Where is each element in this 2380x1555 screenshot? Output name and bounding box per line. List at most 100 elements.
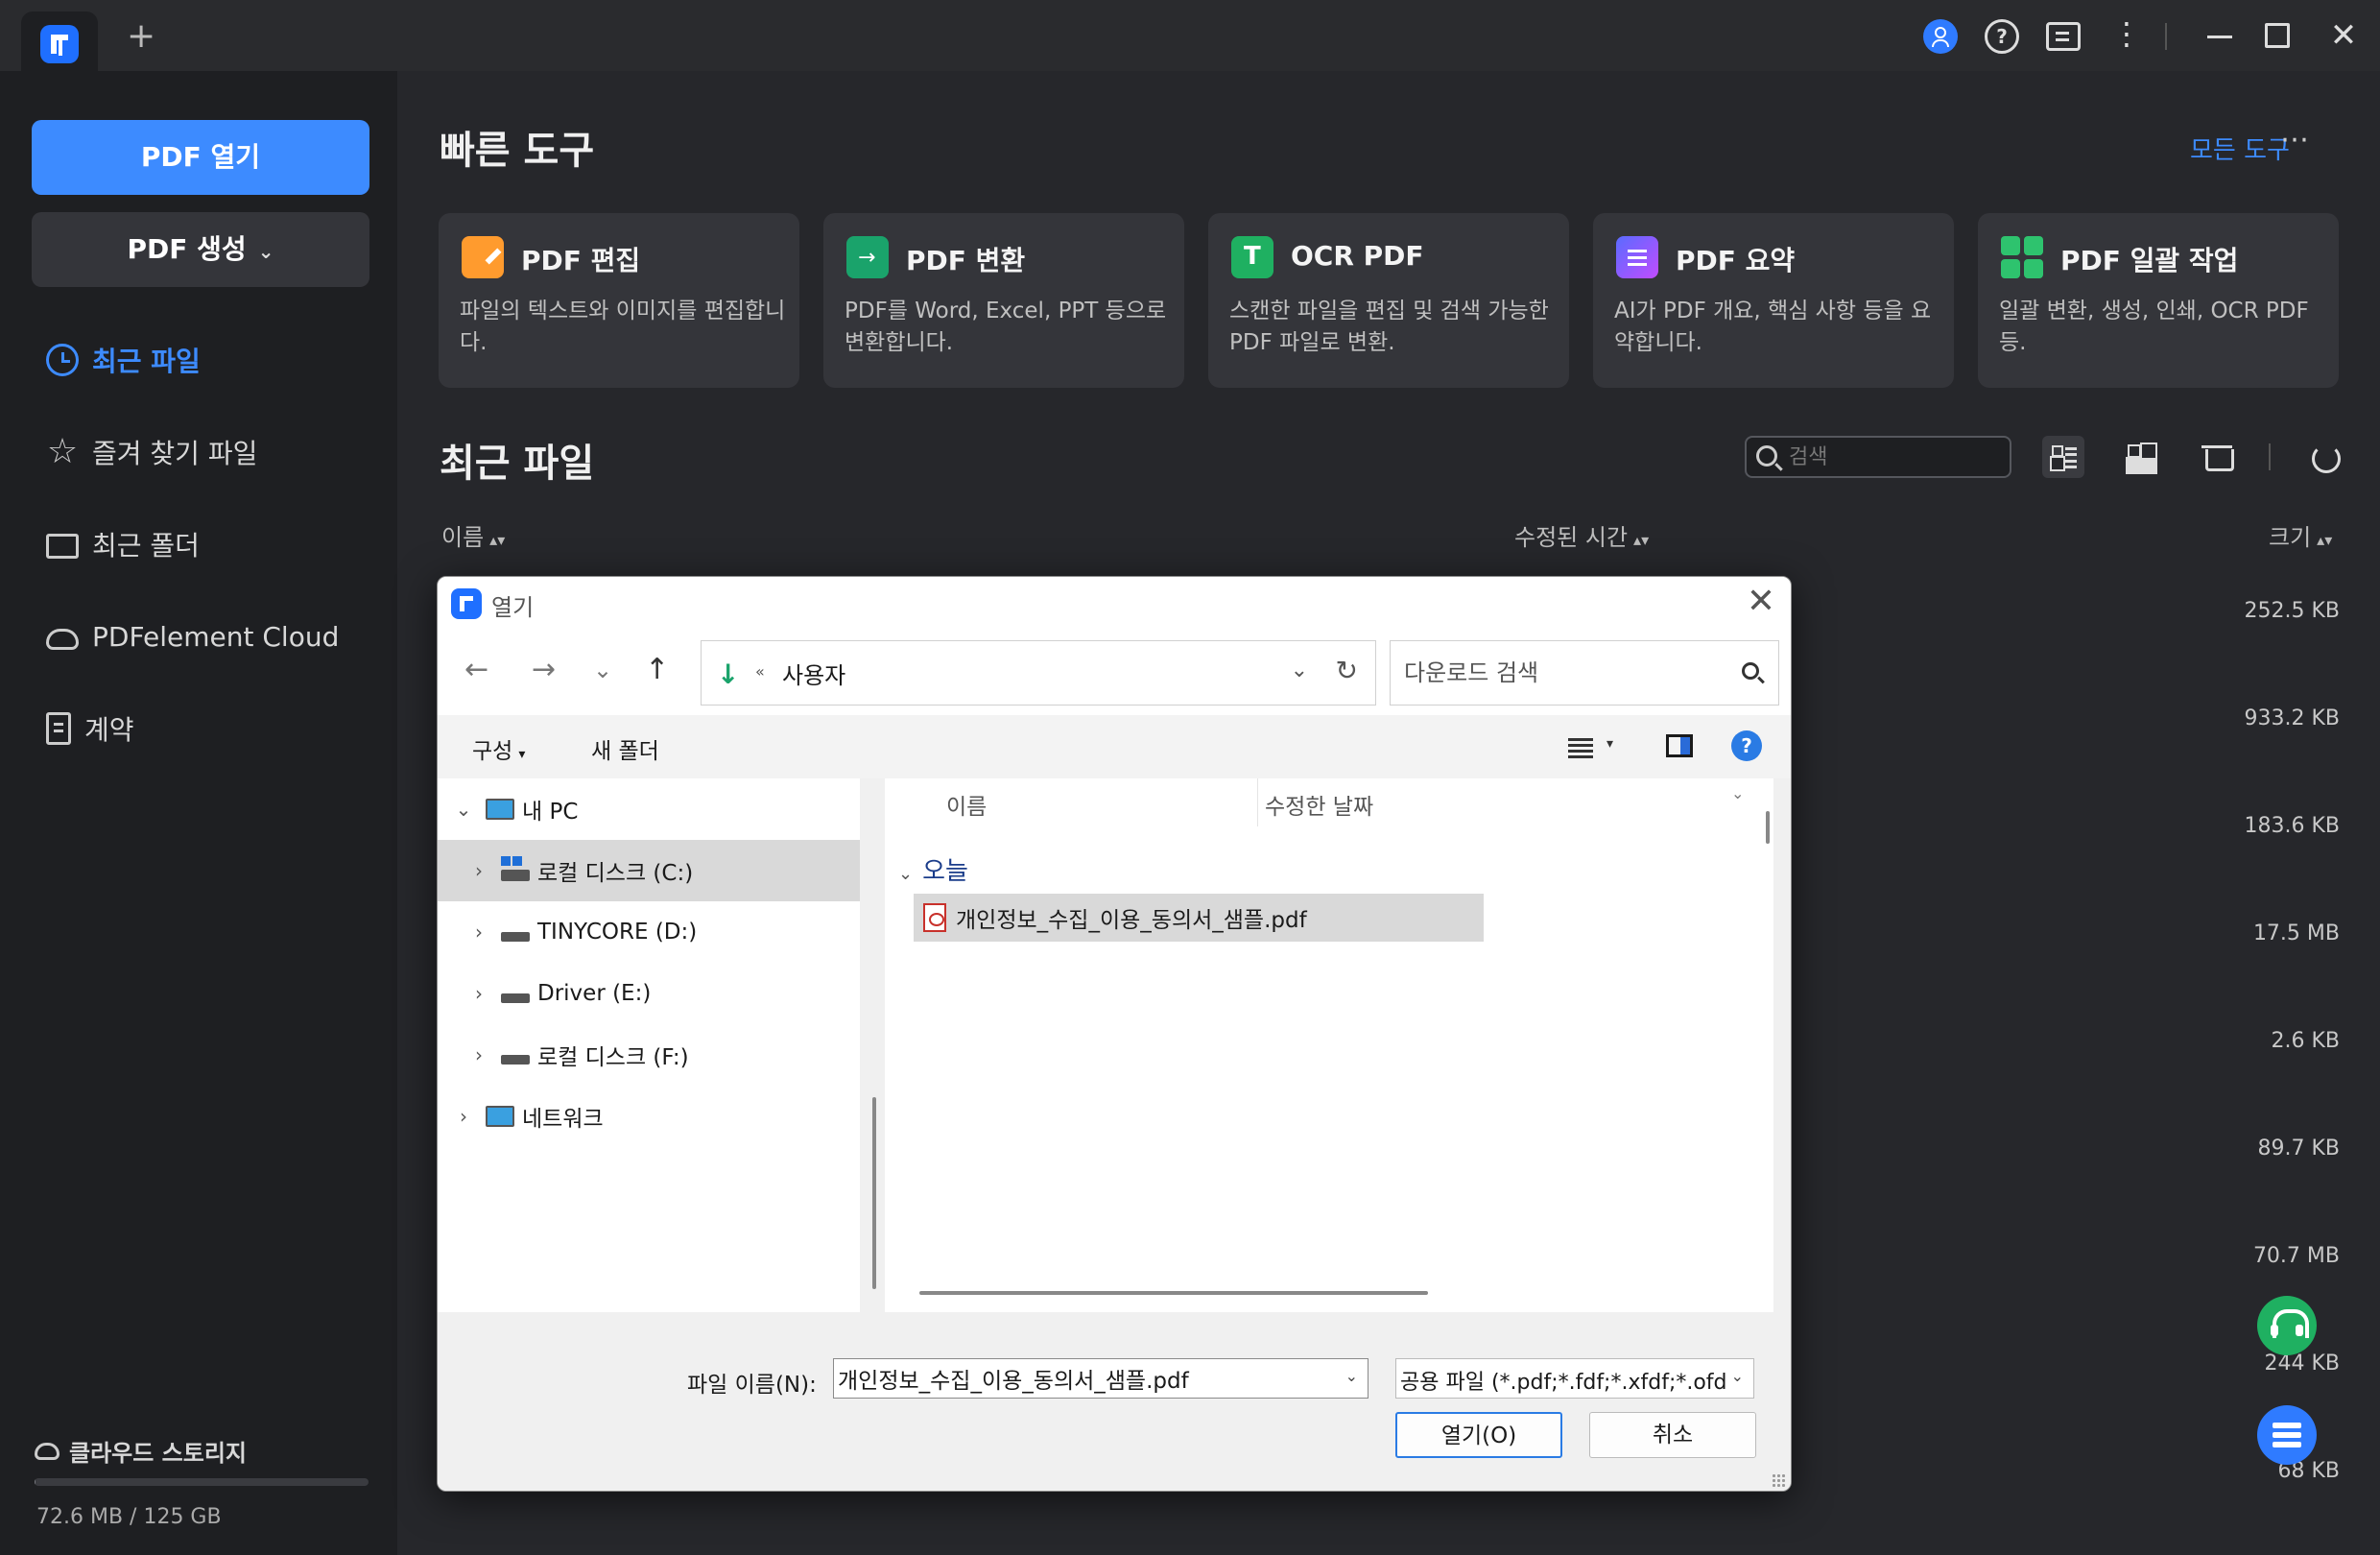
create-pdf-button[interactable]: PDF 생성 ⌄ [32, 212, 369, 287]
filetype-select[interactable]: 공용 파일 (*.pdf;*.fdf;*.xfdf;*.ofd ⌄ [1395, 1358, 1754, 1399]
cancel-button[interactable]: 취소 [1589, 1412, 1756, 1458]
dialog-navigation: ← → ⌄ ↑ ↓ « 사용자 ⌄ ↻ [438, 631, 1791, 715]
chevron-right-icon[interactable]: › [464, 1043, 493, 1066]
recent-locations-icon[interactable]: ⌄ [593, 656, 612, 684]
close-window-button[interactable]: ✕ [2326, 19, 2361, 54]
sort-icon: ⌄ [1731, 784, 1745, 802]
document-icon [46, 712, 71, 745]
column-modified[interactable]: 수정된 시간 ▴▾ [1514, 518, 1649, 552]
support-headset-icon[interactable] [2257, 1296, 2317, 1355]
up-arrow-icon[interactable]: ↑ [645, 656, 669, 684]
group-header-today[interactable]: ⌄ 오늘 [898, 851, 968, 887]
tool-name: OCR PDF [1291, 240, 1424, 272]
tree-item-network[interactable]: › 네트워크 [438, 1086, 860, 1147]
file-list-horizontal-scrollbar[interactable] [919, 1291, 1428, 1295]
breadcrumb-item[interactable]: 사용자 [782, 657, 845, 690]
tool-name: PDF 일괄 작업 [2060, 245, 2239, 276]
account-icon[interactable] [1923, 19, 1958, 54]
open-pdf-button[interactable]: PDF 열기 [32, 120, 369, 195]
forward-arrow-icon[interactable]: → [532, 656, 556, 684]
view-options-icon[interactable] [1568, 738, 1593, 741]
help-icon[interactable]: ? [1985, 19, 2019, 54]
new-tab-button[interactable]: + [127, 19, 155, 54]
back-arrow-icon[interactable]: ← [464, 656, 488, 684]
maximize-button[interactable] [2265, 23, 2290, 48]
tool-card-pdf-convert[interactable]: PDF 변환 PDF를 Word, Excel, PPT 등으로 변환합니다. [823, 213, 1184, 388]
sidebar-item-favorites[interactable]: ☆ 즐겨 찾기 파일 [46, 428, 258, 476]
tree-item-label: 네트워크 [522, 1107, 604, 1132]
chevron-down-icon[interactable]: ⌄ [1345, 1367, 1358, 1385]
more-menu-icon[interactable]: ⋮ [2111, 18, 2142, 54]
all-tools-link[interactable]: 모든 도구 [2190, 131, 2290, 166]
sidebar-item-contracts[interactable]: 계약 [46, 705, 134, 753]
file-column-date[interactable]: 수정한 날짜 ⌄ [1265, 784, 1744, 821]
open-button[interactable]: 열기(O) [1395, 1412, 1562, 1458]
dialog-title-bar: 열기 ✕ [438, 577, 1791, 631]
dialog-search-input[interactable] [1404, 657, 1711, 689]
file-item[interactable]: 개인정보_수집_이용_동의서_샘플.pdf [914, 894, 1484, 942]
file-size: 70.7 MB [2252, 1244, 2340, 1268]
grid-view-button[interactable] [2119, 436, 2161, 478]
filetype-value: 공용 파일 (*.pdf;*.fdf;*.xfdf;*.ofd [1400, 1371, 1727, 1395]
organize-menu[interactable]: 구성 ▾ [472, 732, 525, 765]
group-label: 오늘 [922, 857, 968, 886]
chevron-down-icon: ⌄ [257, 240, 274, 263]
minimize-button[interactable] [2203, 19, 2238, 54]
dialog-search[interactable] [1390, 640, 1779, 706]
sidebar-item-label: 즐겨 찾기 파일 [92, 438, 258, 469]
search-input[interactable] [1789, 442, 2000, 472]
preview-pane-icon[interactable] [1666, 734, 1693, 757]
column-name-label: 이름 [441, 524, 485, 551]
more-options-icon[interactable]: ⋯ [2280, 123, 2309, 156]
chevron-right-icon[interactable]: › [464, 982, 493, 1005]
chevron-down-icon[interactable]: ⌄ [449, 798, 478, 821]
tool-card-ocr[interactable]: OCR PDF 스캔한 파일을 편집 및 검색 가능한 PDF 파일로 변환. [1208, 213, 1569, 388]
feedback-icon[interactable] [2046, 22, 2081, 51]
sidebar-item-recent-files[interactable]: 최근 파일 [46, 336, 201, 384]
home-tab[interactable] [21, 12, 98, 71]
recent-search[interactable] [1745, 436, 2011, 478]
cloud-storage-link[interactable]: 클라우드 스토리지 [35, 1434, 247, 1468]
file-list-vertical-scrollbar[interactable] [1766, 811, 1770, 844]
file-size: 933.2 KB [2244, 706, 2341, 730]
breadcrumb-overflow[interactable]: « [755, 662, 765, 681]
help-icon[interactable]: ? [1731, 730, 1762, 761]
column-name[interactable]: 이름 ▴▾ [441, 518, 505, 552]
tool-card-batch[interactable]: PDF 일괄 작업 일괄 변환, 생성, 인쇄, OCR PDF 등. [1978, 213, 2339, 388]
refresh-button[interactable] [2303, 436, 2345, 478]
sidebar-item-cloud[interactable]: PDFelement Cloud [46, 612, 339, 660]
filename-input[interactable] [838, 1363, 1327, 1394]
clock-icon [46, 344, 79, 376]
list-view-button[interactable] [2042, 436, 2084, 478]
chevron-right-icon[interactable]: › [464, 859, 493, 882]
trash-button[interactable] [2196, 436, 2238, 478]
chevron-right-icon[interactable]: › [464, 921, 493, 944]
column-size[interactable]: 크기 ▴▾ [2269, 518, 2332, 552]
tree-item-drive-e[interactable]: › Driver (E:) [438, 963, 860, 1024]
guide-signpost-icon[interactable] [2257, 1405, 2317, 1465]
resize-grip[interactable] [1772, 1473, 1785, 1487]
sidebar-item-recent-folders[interactable]: 최근 폴더 [46, 520, 200, 568]
file-size: 183.6 KB [2244, 814, 2341, 838]
address-dropdown-icon[interactable]: ⌄ [1291, 658, 1308, 682]
tree-item-my-pc[interactable]: ⌄ 내 PC [438, 778, 860, 840]
new-folder-button[interactable]: 새 폴더 [591, 732, 659, 765]
sidebar-item-label: 최근 파일 [92, 346, 201, 377]
drive-icon [501, 1055, 530, 1065]
refresh-icon[interactable]: ↻ [1336, 655, 1358, 686]
column-modified-label: 수정된 시간 [1514, 524, 1629, 551]
tree-scrollbar[interactable] [872, 1097, 876, 1289]
chevron-down-icon[interactable]: ▾ [1606, 736, 1613, 752]
chevron-right-icon[interactable]: › [449, 1105, 478, 1128]
file-column-name[interactable]: 이름 [946, 788, 987, 821]
dialog-close-button[interactable]: ✕ [1747, 583, 1775, 621]
tool-card-pdf-summary[interactable]: PDF 요약 AI가 PDF 개요, 핵심 사항 등을 요약합니다. [1593, 213, 1954, 388]
tree-item-drive-c[interactable]: › 로컬 디스크 (C:) [438, 840, 860, 901]
tree-item-drive-d[interactable]: › TINYCORE (D:) [438, 901, 860, 963]
dialog-toolbar: 구성 ▾ 새 폴더 ▾ ? [438, 715, 1791, 778]
filename-combobox[interactable]: ⌄ [833, 1358, 1368, 1399]
tool-card-pdf-edit[interactable]: PDF 편집 파일의 텍스트와 이미지를 편집합니다. [439, 213, 799, 388]
file-item-name: 개인정보_수집_이용_동의서_샘플.pdf [956, 908, 1307, 933]
address-bar[interactable]: ↓ « 사용자 ⌄ ↻ [701, 640, 1376, 706]
tree-item-drive-f[interactable]: › 로컬 디스크 (F:) [438, 1024, 860, 1086]
